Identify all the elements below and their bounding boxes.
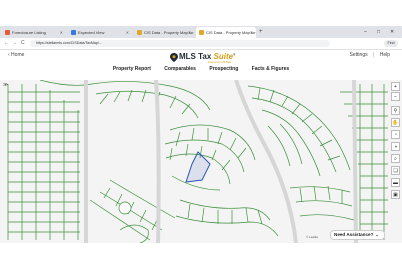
expand-panel-icon[interactable]: ≫ xyxy=(3,82,8,88)
cul-de-sac xyxy=(118,201,132,215)
clear-icon[interactable]: ▬ xyxy=(391,178,400,187)
favicon xyxy=(137,30,142,35)
parcel-map-canvas[interactable] xyxy=(0,80,402,243)
new-tab-button[interactable]: + xyxy=(259,27,263,38)
separator: | xyxy=(373,52,375,58)
brand-name: MLS Tax Suite® xyxy=(179,52,235,61)
tab-label: Expected View xyxy=(78,30,105,35)
settings-link[interactable]: Settings xyxy=(350,52,368,58)
brand-main: MLS Tax xyxy=(179,52,214,61)
nav-property-report[interactable]: Property Report xyxy=(113,66,151,72)
back-icon[interactable]: ← xyxy=(4,38,9,49)
favicon xyxy=(199,30,204,35)
need-assistance-label: Need Assistance? xyxy=(334,232,374,237)
pan-icon[interactable]: ✋ xyxy=(391,118,400,127)
reload-icon[interactable]: C xyxy=(21,38,25,49)
nav-comparables[interactable]: Comparables xyxy=(164,66,196,72)
layers-icon[interactable]: ◑ xyxy=(391,142,400,151)
zoom-out-button[interactable]: − xyxy=(391,92,400,101)
nav-prospecting[interactable]: Prospecting xyxy=(209,66,238,72)
search-icon[interactable]: ⌕ xyxy=(391,154,400,163)
parcel-map[interactable]: ≫ + − ⚲ ✋ ◔ ◑ ⌕ ❏ ▬ ▣ © Leaflet Need Ass… xyxy=(0,80,402,243)
favicon xyxy=(5,30,10,35)
help-link[interactable]: Help xyxy=(380,52,390,58)
close-tab-icon[interactable]: ✕ xyxy=(60,27,63,38)
url-field[interactable]: https://stellarmls.com/CISData/TaxMap/..… xyxy=(30,40,330,47)
minimize-icon[interactable]: – xyxy=(364,26,367,38)
brand-accent: Suite xyxy=(213,52,234,61)
brand-logo[interactable]: MLS Tax Suite® Powered by CIS Data xyxy=(170,52,240,64)
nav-facts-figures[interactable]: Facts & Figures xyxy=(252,66,290,72)
close-window-icon[interactable]: ✕ xyxy=(390,26,394,38)
forward-icon[interactable]: → xyxy=(12,38,17,49)
main-nav: Property Report Comparables Prospecting … xyxy=(0,66,402,72)
close-tab-icon[interactable]: ✕ xyxy=(126,27,129,38)
browser-tab-bar: Foreclosure Listing ✕ Expected View ✕ CI… xyxy=(0,26,402,38)
close-tab-icon[interactable]: ✕ xyxy=(250,27,253,38)
home-link[interactable]: ‹ Home xyxy=(8,52,24,58)
browser-tab[interactable]: Expected View ✕ xyxy=(68,27,132,38)
browser-tab[interactable]: CIS Data - Property Map for ✕ xyxy=(134,27,194,38)
measure-icon[interactable]: ◔ xyxy=(391,130,400,139)
address-bar: ← → C https://stellarmls.com/CISData/Tax… xyxy=(0,38,402,50)
brand-tagline: Powered by CIS Data xyxy=(208,61,231,64)
tab-label: CIS Data - Property Map for xyxy=(144,30,194,35)
tab-label: CIS Data - Property Map for xyxy=(206,30,256,35)
url-text: https://stellarmls.com/CISData/TaxMap/..… xyxy=(36,41,102,45)
browser-tab-active[interactable]: CIS Data - Property Map for ✕ xyxy=(196,27,256,38)
maximize-icon[interactable]: □ xyxy=(377,26,380,38)
locate-icon[interactable]: ⚲ xyxy=(391,106,400,115)
top-links: Settings | Help xyxy=(350,52,390,58)
browser-tab[interactable]: Foreclosure Listing ✕ xyxy=(2,27,66,38)
road xyxy=(352,80,358,243)
favicon xyxy=(71,30,76,35)
screen-frame: Foreclosure Listing ✕ Expected View ✕ CI… xyxy=(0,0,402,268)
close-tab-icon[interactable]: ✕ xyxy=(188,27,191,38)
profile-button[interactable]: Find xyxy=(384,40,398,47)
map-attribution[interactable]: © Leaflet xyxy=(306,235,318,239)
select-icon[interactable]: ❏ xyxy=(391,166,400,175)
chevron-down-icon: ⌄ xyxy=(375,232,379,237)
map-pin-icon xyxy=(170,53,178,62)
need-assistance-button[interactable]: Need Assistance? ⌄ xyxy=(330,230,385,240)
zoom-in-button[interactable]: + xyxy=(391,82,400,91)
app-header: ‹ Home Settings | Help MLS Tax Suite® Po… xyxy=(0,50,402,78)
brand-tm: ® xyxy=(233,52,236,57)
print-icon[interactable]: ▣ xyxy=(391,190,400,199)
tab-label: Foreclosure Listing xyxy=(12,30,46,35)
page-bottom xyxy=(0,243,402,268)
